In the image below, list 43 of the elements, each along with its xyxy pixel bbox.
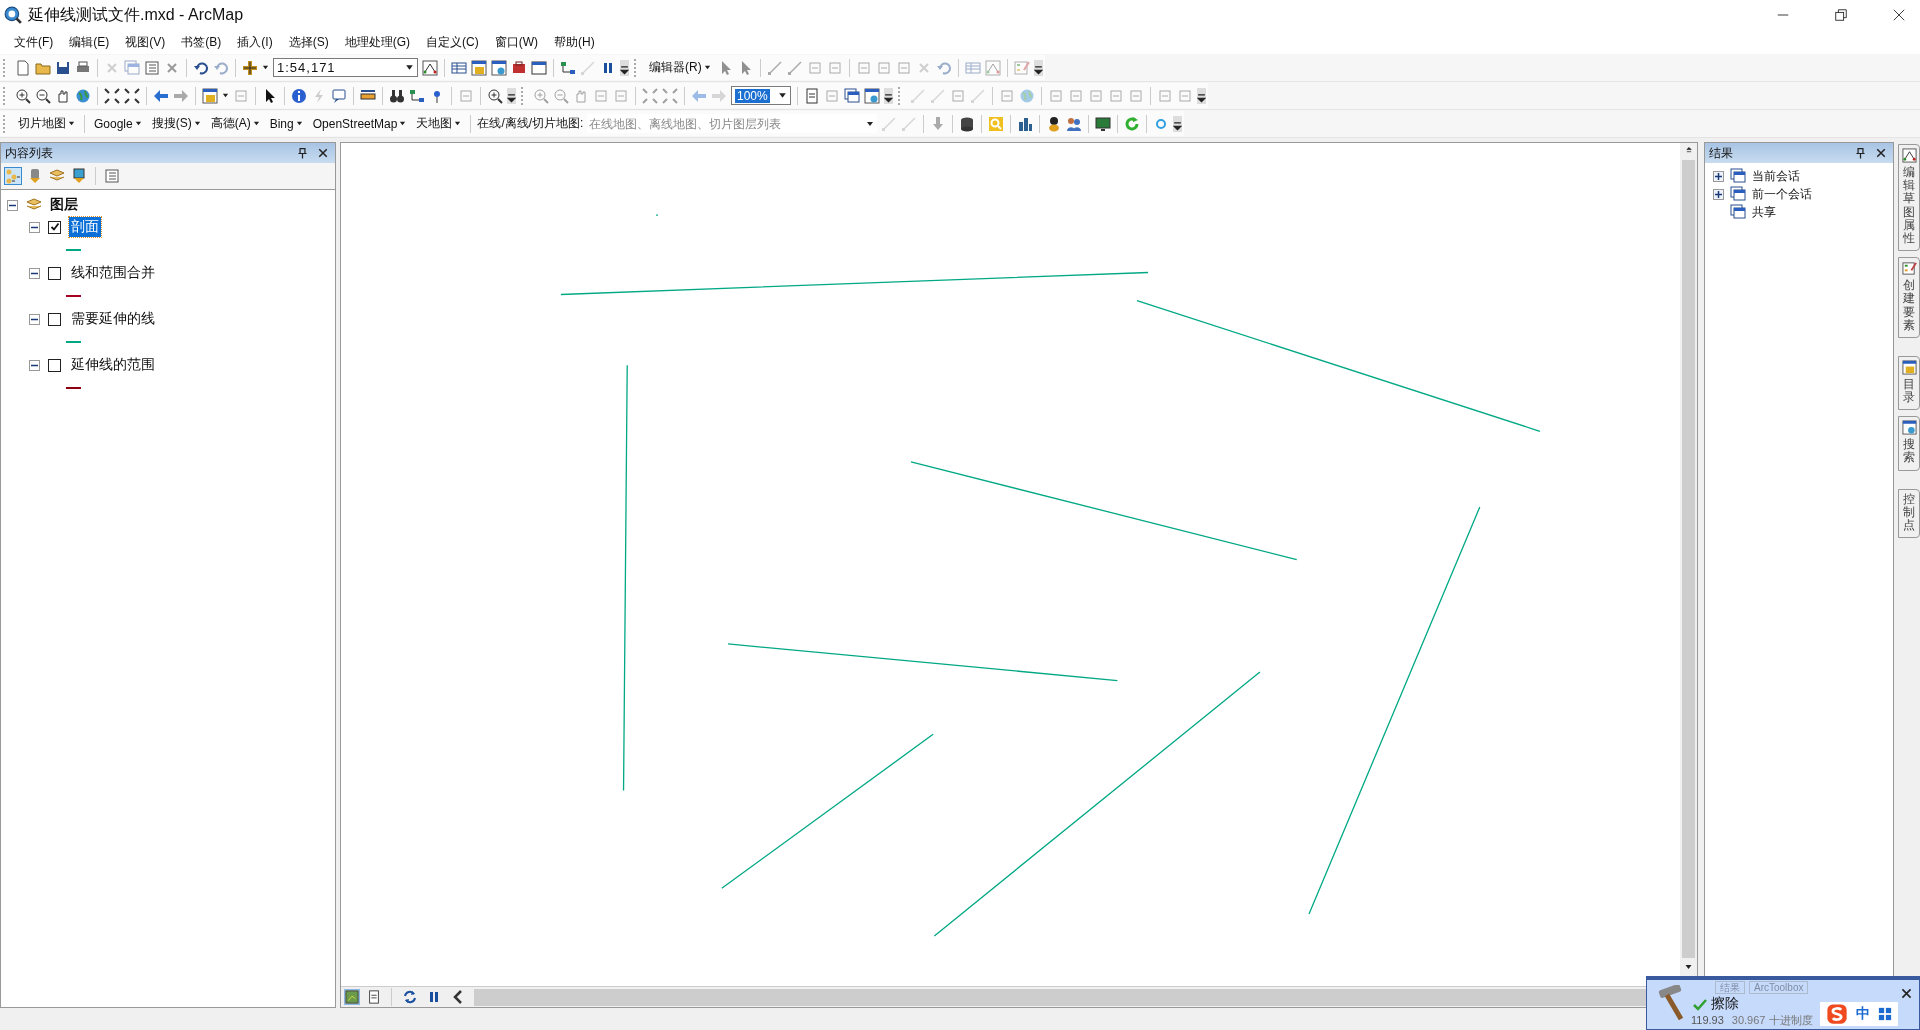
layer-label[interactable]: 剖面 [69, 217, 101, 237]
toolbar-menu[interactable]: 高德(A) [207, 115, 263, 132]
menu-item[interactable]: 自定义(C) [418, 31, 487, 53]
input-method-bar[interactable]: 中 [1820, 1002, 1898, 1026]
window-title: 延伸线测试文件.mxd - ArcMap [28, 4, 245, 25]
toolbar-menu[interactable]: Bing [266, 116, 306, 131]
side-tab[interactable]: 控制点 [1898, 488, 1920, 539]
field-label: 在线/离线/切片地图: [477, 115, 584, 132]
layer-group-label[interactable]: 图层 [50, 196, 78, 214]
editor-menu[interactable]: 编辑器(R) [646, 59, 714, 76]
side-tab[interactable]: 编辑草图属性 [1898, 144, 1920, 252]
toolbar-menu[interactable]: OpenStreetMap [309, 116, 410, 131]
layer-list-field[interactable]: 在线地图、离线地图、切片图层列表 [587, 114, 878, 133]
side-tab[interactable]: 搜索 [1898, 416, 1920, 471]
toolbar-menu[interactable]: Google [91, 116, 145, 131]
toolbar-menu[interactable]: 切片地图 [15, 115, 78, 132]
menu-item[interactable]: 编辑(E) [61, 31, 118, 53]
panel-title: 结果 [1709, 144, 1734, 162]
panel-title: 内容列表 [5, 144, 54, 162]
layer-label[interactable]: 延伸线的范围 [69, 355, 157, 375]
menu-item[interactable]: 选择(S) [280, 31, 337, 53]
result-item[interactable]: 当前会话 [1752, 167, 1800, 185]
toolbar-menu[interactable]: 天地图 [413, 115, 465, 132]
status-text: 119.93 [1691, 1014, 1724, 1027]
tool-message: 擦除 [1711, 995, 1739, 1011]
side-tab[interactable]: 目录 [1898, 355, 1920, 411]
layer-label[interactable]: 线和范围合并 [69, 263, 157, 283]
result-item[interactable]: 共享 [1752, 203, 1776, 221]
scale-field[interactable]: 1:54,171 [273, 58, 418, 77]
input-mode[interactable]: 中 [1856, 1005, 1870, 1023]
menu-item[interactable]: 窗口(W) [486, 31, 546, 53]
menu-item[interactable]: 帮助(H) [546, 31, 603, 53]
result-item[interactable]: 前一个会话 [1752, 185, 1812, 203]
side-tab[interactable]: 创建要素 [1898, 257, 1920, 338]
coordinates-text: 30.967 十进制度 [1731, 1014, 1813, 1027]
menu-item[interactable]: 地理处理(G) [336, 31, 418, 53]
toolbar-menu[interactable]: 搜搜(S) [148, 115, 204, 132]
menu-item[interactable]: 插入(I) [229, 31, 281, 53]
menu-item[interactable]: 书签(B) [173, 31, 230, 53]
layer-label[interactable]: 需要延伸的线 [69, 309, 157, 329]
menu-item[interactable]: 视图(V) [117, 31, 174, 53]
menu-item[interactable]: 文件(F) [6, 31, 62, 53]
zoom-field[interactable]: 100% [731, 86, 791, 105]
